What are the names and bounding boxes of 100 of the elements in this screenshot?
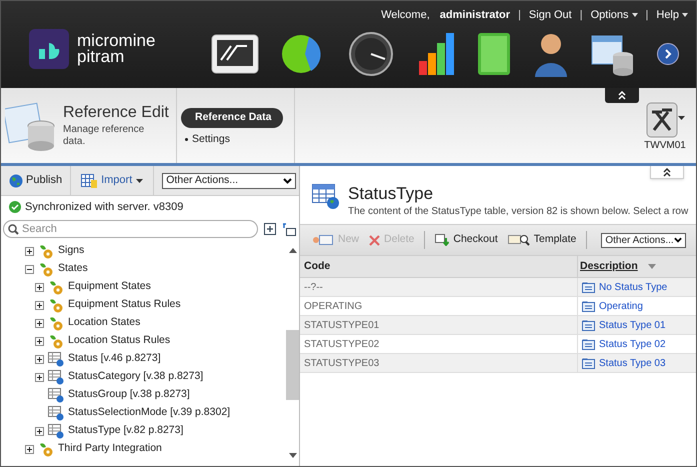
table-title: StatusType <box>348 184 434 204</box>
sync-status: Synchronized with server. v8309 <box>25 200 184 215</box>
expand-icon[interactable] <box>35 318 44 328</box>
other-actions-dropdown[interactable]: Other Actions... <box>601 232 686 248</box>
spreadsheet-icon <box>81 174 98 188</box>
logo-text: pitram <box>77 49 126 65</box>
new-record-icon <box>312 234 334 246</box>
tree-item[interactable]: StatusGroup [v.38 p.8273] <box>68 387 190 403</box>
table-cell: STATUSTYPE01 <box>300 316 578 334</box>
expand-icon[interactable] <box>35 354 44 364</box>
nav-link[interactable]: Sign Out <box>528 7 572 24</box>
module-subtitle: Manage reference data. <box>63 124 146 148</box>
magnifier-icon <box>508 234 530 246</box>
scroll-down-icon[interactable] <box>288 453 296 458</box>
separator: | <box>518 8 521 23</box>
bullet-icon <box>185 138 188 142</box>
list-icon <box>582 320 595 330</box>
window-icon[interactable] <box>211 34 259 74</box>
description-link[interactable]: Status Type 03 <box>599 356 666 370</box>
table-cell: STATUSTYPE03 <box>300 354 578 372</box>
table-cell: --?-- <box>300 278 578 296</box>
other-actions-dropdown[interactable]: Other Actions... <box>162 172 296 188</box>
server-label: TWVM01 <box>644 139 686 153</box>
gear-leaf-icon <box>38 442 54 456</box>
logo-text: micromine <box>77 33 156 49</box>
expand-icon[interactable] <box>35 372 44 382</box>
collapse-icon[interactable] <box>25 264 34 274</box>
next-button[interactable] <box>657 43 679 65</box>
import-button[interactable]: Import <box>71 166 154 195</box>
tree-item[interactable]: Status [v.46 p.8273] <box>68 351 161 367</box>
tree-item[interactable]: StatusSelectionMode [v.39 p.8302] <box>68 405 230 421</box>
table-globe-icon <box>48 406 64 420</box>
tree-item[interactable]: Equipment States <box>68 279 151 295</box>
tree-item[interactable]: StatusCategory [v.38 p.8273] <box>68 369 204 385</box>
collapse-button[interactable] <box>650 166 684 179</box>
welcome-text: Welcome, <box>381 8 430 23</box>
table-description: The content of the StatusType table, version 82 is shown below. Select a row <box>348 205 688 219</box>
module-title: Reference Edit <box>63 103 169 123</box>
table-globe-icon <box>48 370 64 384</box>
expand-icon[interactable] <box>35 336 44 346</box>
caret-icon <box>136 178 144 182</box>
nav-link[interactable]: Options <box>590 7 638 24</box>
expand-icon[interactable] <box>25 246 34 256</box>
nav-item[interactable]: Settings <box>192 132 230 148</box>
tree-item[interactable]: StatusType [v.82 p.8273] <box>68 423 184 439</box>
tree-item[interactable]: Equipment Status Rules <box>68 297 181 313</box>
list-icon <box>582 282 595 292</box>
table-globe-icon <box>48 424 64 438</box>
tools-icon[interactable] <box>646 102 678 138</box>
scroll-thumb[interactable] <box>286 330 299 400</box>
gear-leaf-icon <box>48 316 64 330</box>
description-link[interactable]: Operating <box>599 298 643 314</box>
collapse-button[interactable] <box>605 88 639 103</box>
expand-icon[interactable] <box>35 426 44 436</box>
publish-button[interactable]: Publish <box>1 166 72 195</box>
toolbar-button[interactable]: Checkout <box>433 232 500 248</box>
scroll-up-icon[interactable] <box>288 248 296 253</box>
tree-item[interactable]: States <box>58 261 88 277</box>
description-link[interactable]: Status Type 02 <box>599 336 666 352</box>
gear-leaf-icon <box>38 262 54 276</box>
column-header[interactable]: Description <box>580 258 638 274</box>
description-link[interactable]: Status Type 01 <box>599 318 666 332</box>
table-cell: OPERATING <box>300 297 578 315</box>
chevron-down-icon <box>674 237 682 243</box>
tree-item[interactable]: Location Status Rules <box>68 333 170 349</box>
gear-leaf-icon <box>48 280 64 294</box>
tree-item[interactable]: Third Party Integration <box>58 441 162 457</box>
chevron-right-icon <box>664 49 672 59</box>
gear-leaf-icon <box>38 244 54 258</box>
folder-icon[interactable] <box>477 32 511 76</box>
expand-icon[interactable] <box>35 282 44 292</box>
globe-icon <box>9 174 23 188</box>
toolbar-button[interactable]: Template <box>506 232 578 248</box>
tree-item[interactable]: Location States <box>68 315 140 331</box>
search-field[interactable]: Search <box>3 220 258 238</box>
expand-all-icon[interactable] <box>264 223 276 235</box>
collapse-tree-icon[interactable] <box>282 222 296 236</box>
caret-icon[interactable] <box>678 116 684 121</box>
expand-icon[interactable] <box>35 300 44 310</box>
separator: | <box>580 8 583 23</box>
list-icon <box>582 358 595 368</box>
nav-item[interactable]: Reference Data <box>181 108 283 128</box>
separator: | <box>646 8 648 23</box>
column-header[interactable]: Code <box>300 256 578 277</box>
tree-item[interactable]: Signs <box>58 243 84 259</box>
check-circle-icon <box>9 201 21 213</box>
user-name: administrator <box>440 8 510 23</box>
table-cell: STATUSTYPE02 <box>300 335 578 353</box>
expand-icon[interactable] <box>25 444 34 454</box>
list-icon <box>582 338 595 350</box>
double-chevron-up-icon <box>663 168 671 176</box>
gauge-icon[interactable] <box>349 32 393 76</box>
table-globe-icon <box>48 352 64 366</box>
close-icon <box>369 234 380 246</box>
gear-leaf-icon <box>48 334 64 348</box>
description-link[interactable]: No Status Type <box>599 280 668 294</box>
nav-link[interactable]: Help <box>656 7 688 24</box>
sort-icon[interactable] <box>648 264 656 269</box>
double-chevron-up-icon <box>618 91 626 100</box>
gear-leaf-icon <box>48 298 64 312</box>
